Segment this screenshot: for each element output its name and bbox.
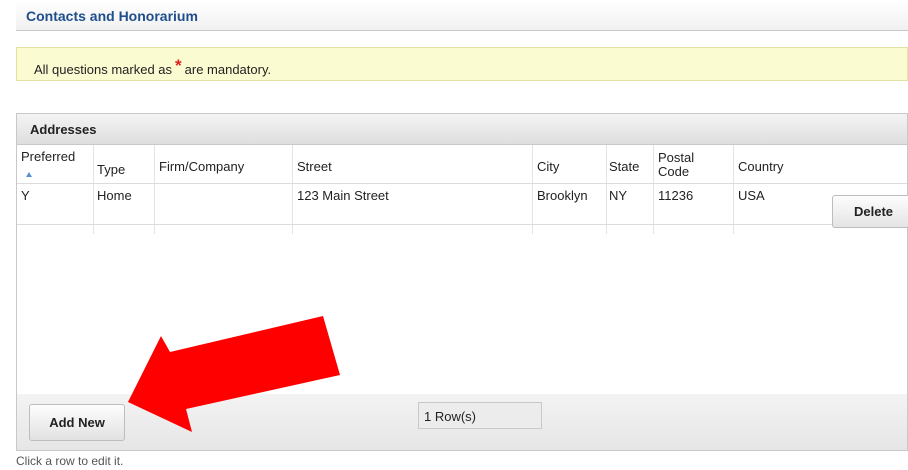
mandatory-notice: All questions marked as * are mandatory.	[16, 47, 908, 81]
column-header-type[interactable]: Type	[97, 163, 125, 177]
column-label-code: Code	[658, 164, 690, 179]
cell-city: Brooklyn	[537, 188, 588, 203]
column-header-state[interactable]: State	[609, 160, 639, 174]
table-row[interactable]: Y Home 123 Main Street Brooklyn NY 11236…	[17, 184, 907, 224]
delete-button[interactable]: Delete	[832, 195, 908, 228]
column-header-country[interactable]: Country	[738, 160, 784, 174]
column-header-city[interactable]: City	[537, 160, 559, 174]
column-header-street[interactable]: Street	[297, 160, 332, 174]
cell-country: USA	[738, 188, 765, 203]
cell-preferred: Y	[21, 188, 30, 203]
column-label-postal: Postal	[658, 150, 695, 165]
grid-footer: Add New 1 Row(s)	[17, 394, 907, 450]
cell-postal-code: 11236	[658, 188, 694, 203]
section-header: Contacts and Honorarium	[16, 0, 908, 31]
section-title: Contacts and Honorarium	[26, 8, 198, 24]
addresses-caption: Addresses	[17, 114, 907, 145]
notice-prefix: All questions marked as	[34, 62, 173, 77]
cell-street: 123 Main Street	[297, 188, 389, 203]
cell-type: Home	[97, 188, 132, 203]
column-header-firm[interactable]: Firm/Company	[159, 160, 244, 174]
notice-text: All questions marked as * are mandatory.	[34, 56, 272, 79]
column-header-postal-code[interactable]: Postal Code	[658, 151, 694, 179]
edit-hint: Click a row to edit it.	[16, 454, 124, 468]
row-divider	[17, 224, 832, 225]
cell-state: NY	[609, 188, 628, 203]
column-label-preferred: Preferred	[21, 149, 76, 164]
addresses-grid: Addresses Preferred Type Firm/Company St…	[16, 113, 908, 451]
required-asterisk: *	[175, 56, 182, 75]
notice-suffix: are mandatory.	[184, 62, 272, 77]
row-count: 1 Row(s)	[418, 402, 542, 429]
column-header-preferred[interactable]: Preferred	[21, 149, 76, 177]
sort-ascending-icon	[26, 172, 32, 177]
addresses-title: Addresses	[30, 122, 97, 137]
add-new-button[interactable]: Add New	[29, 404, 125, 441]
